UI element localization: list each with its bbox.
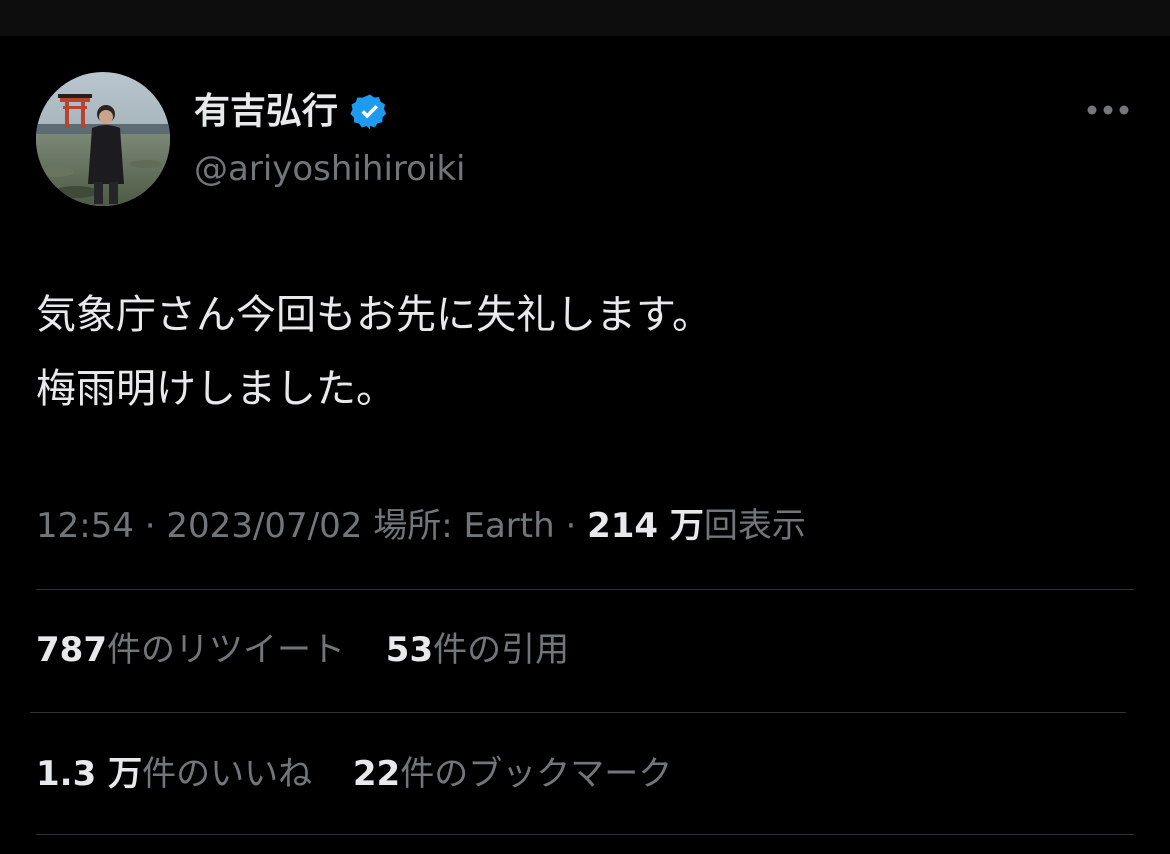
- meta-separator: ·: [565, 506, 577, 546]
- more-options-button[interactable]: [1082, 92, 1134, 128]
- views-count: 214 万: [587, 506, 704, 546]
- tweet-text: 気象庁さん今回もお先に失礼します。 梅雨明けしました。: [36, 278, 1126, 426]
- tweet-time[interactable]: 12:54: [36, 506, 134, 546]
- divider: [36, 589, 1134, 590]
- bookmarks-label: 件のブックマーク: [400, 754, 673, 794]
- retweets-label: 件のリツイート: [106, 630, 345, 670]
- avatar[interactable]: [36, 72, 170, 206]
- quotes-count: 53: [385, 630, 434, 670]
- likes-stat[interactable]: 1.3 万件のいいね: [36, 748, 312, 800]
- quotes-label: 件の引用: [433, 630, 570, 670]
- user-info: 有吉弘行 @ariyoshihiroiki: [194, 86, 466, 194]
- likes-label: 件のいいね: [142, 754, 313, 794]
- avatar-image: [36, 72, 170, 206]
- retweets-stat[interactable]: 787件のリツイート: [36, 624, 345, 676]
- top-bar: [0, 0, 1170, 36]
- tweet-meta: 12:54 · 2023/07/02 場所: Earth · 214 万回表示: [36, 500, 806, 552]
- tweet-location: 場所: Earth: [373, 506, 555, 546]
- retweets-count: 787: [36, 630, 107, 670]
- tweet-text-line: 気象庁さん今回もお先に失礼します。: [36, 292, 712, 338]
- user-handle[interactable]: @ariyoshihiroiki: [194, 144, 466, 194]
- bookmarks-count: 22: [352, 754, 401, 794]
- divider: [36, 834, 1134, 835]
- likes-count: 1.3 万: [36, 754, 143, 794]
- engagement-row-1: 787件のリツイート 53件の引用: [36, 624, 599, 676]
- meta-separator: ·: [144, 506, 156, 546]
- divider: [30, 712, 1126, 713]
- engagement-row-2: 1.3 万件のいいね 22件のブックマーク: [36, 748, 702, 800]
- display-name[interactable]: 有吉弘行: [194, 86, 338, 138]
- quotes-stat[interactable]: 53件の引用: [386, 624, 569, 676]
- tweet-text-line: 梅雨明けしました。: [36, 366, 396, 412]
- tweet-date[interactable]: 2023/07/02: [166, 506, 362, 546]
- name-row: 有吉弘行: [194, 86, 466, 138]
- more-horizontal-icon: [1087, 105, 1129, 115]
- verified-badge-icon[interactable]: [350, 92, 390, 132]
- tweet-header: 有吉弘行 @ariyoshihiroiki: [36, 72, 1134, 208]
- bookmarks-stat[interactable]: 22件のブックマーク: [353, 748, 672, 800]
- views-label: 回表示: [703, 506, 806, 546]
